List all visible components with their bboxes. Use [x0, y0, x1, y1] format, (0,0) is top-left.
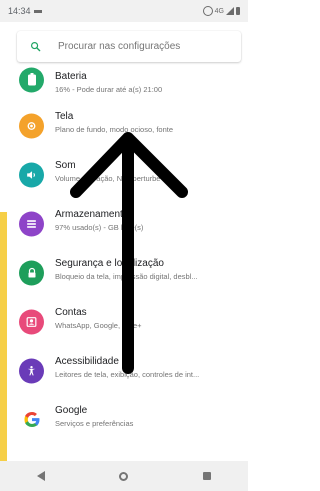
list-item-accessibility[interactable]: Acessibilidade Leitores de tela, exibiçã…: [0, 346, 248, 395]
home-button[interactable]: [114, 466, 134, 486]
storage-icon: [19, 211, 44, 236]
list-item-storage[interactable]: Armazenamento 97% usado(s) - GB livre(s): [0, 199, 248, 248]
list-item-security[interactable]: Segurança e localização Bloqueio da tela…: [0, 248, 248, 297]
list-item-text: Acessibilidade Leitores de tela, exibiçã…: [55, 356, 240, 380]
item-subtitle: WhatsApp, Google, Nike+: [55, 321, 142, 330]
lock-icon: [19, 260, 44, 285]
recents-icon: [202, 472, 211, 480]
search-container: Procurar nas configurações: [17, 31, 241, 62]
item-subtitle: Serviços e preferências: [55, 419, 134, 428]
list-item-text: Tela Plano de fundo, modo ocioso, fonte: [55, 111, 240, 135]
list-item-sound[interactable]: Som Volume, vibração, Não perturbe: [0, 150, 248, 199]
item-subtitle: Volume, vibração, Não perturbe: [55, 174, 161, 183]
notification-icon: [33, 9, 42, 13]
signal-icon: [226, 7, 234, 15]
search-placeholder: Procurar nas configurações: [58, 41, 181, 52]
item-subtitle: 97% usado(s) - GB livre(s): [55, 223, 144, 232]
list-item-text: Armazenamento 97% usado(s) - GB livre(s): [55, 209, 240, 233]
list-item-text: Contas WhatsApp, Google, Nike+: [55, 307, 240, 331]
settings-screen: 14:34 4G Procurar nas configurações Bate…: [0, 0, 248, 491]
sound-icon: [19, 162, 44, 187]
status-bar: 14:34 4G: [0, 0, 248, 22]
item-title: Acessibilidade: [55, 356, 119, 367]
list-item-accounts[interactable]: Contas WhatsApp, Google, Nike+: [0, 297, 248, 346]
list-item-display[interactable]: Tela Plano de fundo, modo ocioso, fonte: [0, 101, 248, 150]
list-item-google[interactable]: Google Serviços e preferências: [0, 395, 248, 444]
list-item-text: Google Serviços e preferências: [55, 405, 240, 429]
edge-highlight: [0, 212, 7, 470]
status-right: 4G: [202, 6, 240, 16]
list-item-text: Som Volume, vibração, Não perturbe: [55, 160, 240, 184]
item-title: Google: [55, 405, 88, 416]
status-left: 14:34: [8, 6, 42, 16]
display-icon: [19, 113, 44, 138]
status-time: 14:34: [8, 6, 31, 16]
google-icon: [19, 407, 44, 432]
home-icon: [119, 471, 129, 481]
alarm-icon: [202, 6, 213, 16]
accessibility-icon: [19, 358, 44, 383]
back-icon: [37, 471, 46, 481]
recents-button[interactable]: [197, 466, 217, 486]
list-item-text: Segurança e localização Bloqueio da tela…: [55, 258, 240, 282]
item-title: Armazenamento: [55, 209, 129, 220]
item-subtitle: 16% - Pode durar até a(s) 21:00: [55, 85, 163, 94]
navigation-bar: [0, 461, 248, 491]
item-subtitle: Bloqueio da tela, impressão digital, des…: [55, 272, 198, 281]
settings-list: Bateria 16% - Pode durar até a(s) 21:00 …: [0, 62, 248, 444]
search-icon: [30, 41, 41, 52]
item-title: Contas: [55, 307, 87, 318]
item-title: Som: [55, 160, 76, 171]
item-title: Tela: [55, 111, 74, 122]
search-input[interactable]: Procurar nas configurações: [17, 31, 241, 62]
item-subtitle: Leitores de tela, exibição, controles de…: [55, 370, 200, 379]
item-subtitle: Plano de fundo, modo ocioso, fonte: [55, 125, 174, 134]
item-title: Bateria: [55, 71, 87, 82]
list-item-battery[interactable]: Bateria 16% - Pode durar até a(s) 21:00: [0, 62, 248, 101]
item-title: Segurança e localização: [55, 258, 164, 269]
back-button[interactable]: [31, 466, 51, 486]
battery-icon: [236, 7, 240, 15]
list-item-text: Bateria 16% - Pode durar até a(s) 21:00: [55, 71, 240, 95]
battery-icon: [19, 67, 44, 93]
accounts-icon: [19, 309, 44, 334]
network-label: 4G: [214, 7, 224, 15]
